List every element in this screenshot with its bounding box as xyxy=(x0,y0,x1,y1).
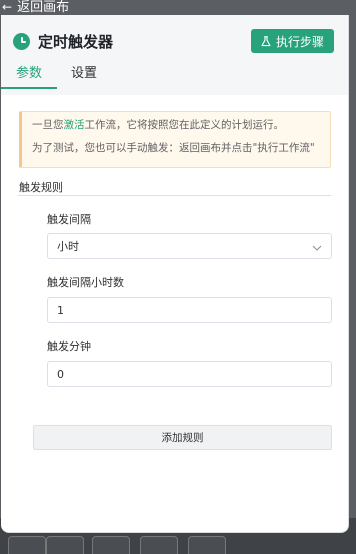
hours-interval-value: 1 xyxy=(57,303,64,317)
panel-tabs: 参数 设置 xyxy=(1,65,112,89)
toolbar-button[interactable] xyxy=(46,536,84,554)
activate-highlight: 激活 xyxy=(63,119,85,131)
trigger-rules-title: 触发规则 xyxy=(19,181,63,194)
panel-title: 定时触发器 xyxy=(38,32,114,51)
trigger-minute-input[interactable]: 0 xyxy=(47,361,332,387)
section-divider xyxy=(18,195,331,196)
back-to-canvas-link[interactable]: ← 返回画布 xyxy=(0,0,69,14)
panel-header: 定时触发器 执行步骤 参数 设置 xyxy=(1,15,348,95)
notice-line-2: 为了测试，您也可以手动触发：返回画布并点击"执行工作流" xyxy=(32,142,315,154)
clock-icon xyxy=(13,32,30,50)
trigger-minute-label: 触发分钟 xyxy=(47,340,91,353)
tab-settings[interactable]: 设置 xyxy=(57,65,112,89)
execute-step-label: 执行步骤 xyxy=(275,34,324,49)
execute-step-button[interactable]: 执行步骤 xyxy=(251,29,334,53)
activation-notice: 一旦您激活工作流，它将按照您在此定义的计划运行。 为了测试，您也可以手动触发：返… xyxy=(19,111,331,168)
back-label: 返回画布 xyxy=(17,0,70,15)
interval-value: 小时 xyxy=(57,240,79,253)
node-settings-panel: 定时触发器 执行步骤 参数 设置 一旦您激活工作流，它将按照您在此定义的计划运行… xyxy=(1,15,349,533)
tab-parameters[interactable]: 参数 xyxy=(1,65,58,89)
toolbar-button[interactable] xyxy=(8,536,46,554)
hours-interval-label: 触发间隔小时数 xyxy=(47,276,124,289)
hours-interval-input[interactable]: 1 xyxy=(47,297,332,323)
interval-label: 触发间隔 xyxy=(47,213,91,226)
arrow-left-icon: ← xyxy=(2,0,13,14)
flask-icon xyxy=(261,35,271,47)
chevron-down-icon xyxy=(312,242,322,251)
notice-line-1: 一旦您激活工作流，它将按照您在此定义的计划运行。 xyxy=(32,119,284,131)
interval-select[interactable]: 小时 xyxy=(47,233,332,259)
add-rule-button[interactable]: 添加规则 xyxy=(33,425,332,450)
trigger-minute-value: 0 xyxy=(57,367,64,381)
toolbar-button[interactable] xyxy=(188,536,226,554)
toolbar-button[interactable] xyxy=(140,536,178,554)
toolbar-button[interactable] xyxy=(92,536,130,554)
